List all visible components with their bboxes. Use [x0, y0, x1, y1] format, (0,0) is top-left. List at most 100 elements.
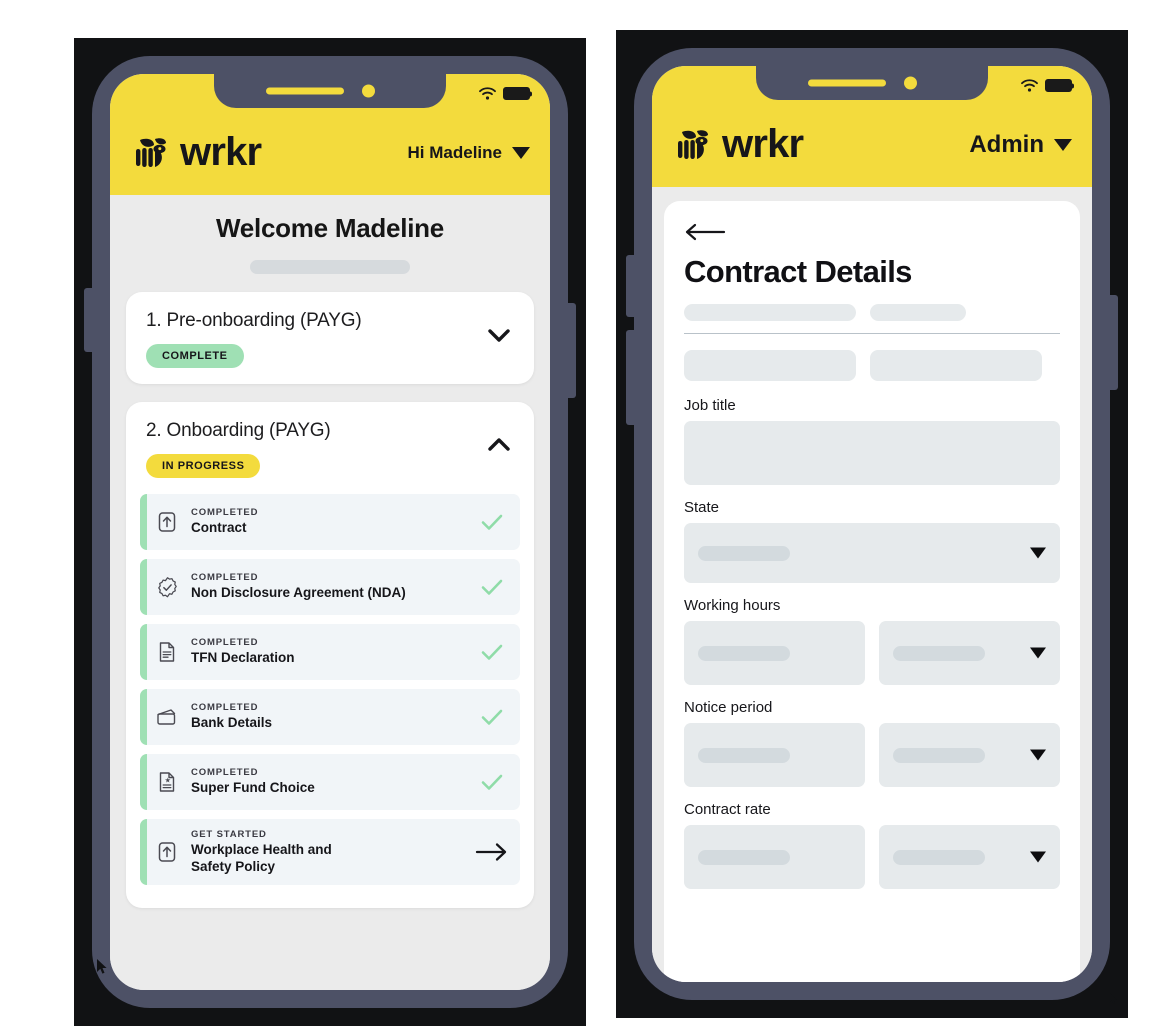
task-accent-bar	[140, 689, 147, 745]
job-title-input[interactable]	[684, 421, 1060, 485]
task-status: COMPLETED	[191, 637, 259, 649]
brand-bar-left: wrkr Hi Madeline	[110, 114, 550, 195]
task-row-nda[interactable]: COMPLETED Non Disclosure Agreement (NDA)	[140, 559, 520, 615]
field-value-skeleton	[893, 849, 985, 865]
task-row-tfn[interactable]: COMPLETED TFN Declaration	[140, 624, 520, 680]
field-group-working-hours: Working hours	[684, 597, 1060, 685]
notice-period-input[interactable]	[684, 723, 865, 787]
field-value-skeleton	[893, 747, 985, 763]
volume-down-button-right[interactable]	[626, 330, 636, 425]
section-card-onboarding[interactable]: 2. Onboarding (PAYG) IN PROGRESS COMPLET…	[126, 402, 534, 908]
task-text: COMPLETED Super Fund Choice	[187, 758, 464, 806]
status-icons-left	[479, 87, 530, 100]
phone-mockup-left: wrkr Hi Madeline Welcome Madeline 1. Pre…	[74, 38, 586, 1026]
task-text: GET STARTED Workplace Health and Safety …	[187, 820, 464, 885]
task-status: COMPLETED	[191, 572, 259, 584]
field-value-skeleton	[698, 747, 790, 763]
status-bar-left	[110, 74, 550, 114]
arrow-right-icon	[464, 841, 520, 863]
app-header-left: wrkr Hi Madeline	[110, 74, 550, 195]
speaker-grill-icon	[266, 87, 344, 94]
caret-down-icon	[1030, 851, 1046, 863]
power-button-left[interactable]	[566, 303, 576, 398]
screenshot-stage: wrkr Hi Madeline Welcome Madeline 1. Pre…	[0, 0, 1167, 1035]
task-row-contract[interactable]: COMPLETED Contract	[140, 494, 520, 550]
wrkr-wordmark: wrkr	[722, 122, 804, 166]
caret-down-icon	[512, 146, 530, 159]
wrkr-logo-right[interactable]: wrkr	[672, 122, 804, 167]
task-accent-bar	[140, 494, 147, 550]
upload-icon	[147, 511, 187, 533]
phone-screen-left: wrkr Hi Madeline Welcome Madeline 1. Pre…	[110, 74, 550, 990]
caret-down-icon	[1030, 547, 1046, 559]
section-header[interactable]: 2. Onboarding (PAYG) IN PROGRESS	[126, 402, 534, 494]
field-value-skeleton	[698, 849, 790, 865]
check-icon	[464, 574, 520, 600]
section-card-pre-onboarding[interactable]: 1. Pre-onboarding (PAYG) COMPLETE	[126, 292, 534, 384]
task-status: COMPLETED	[191, 507, 259, 519]
battery-icon	[1045, 79, 1072, 92]
contract-details-sheet: Contract Details Job title State Working…	[664, 201, 1080, 982]
user-menu-label: Admin	[969, 130, 1044, 158]
power-button-right[interactable]	[1108, 295, 1118, 390]
wrkr-wordmark: wrkr	[180, 130, 262, 174]
starred-document-icon: ★	[147, 771, 187, 793]
status-badge: COMPLETE	[146, 344, 244, 368]
bee-logo-icon	[136, 137, 166, 167]
front-camera-icon	[904, 76, 917, 89]
field-group-job-title: Job title	[684, 397, 1060, 485]
wallet-icon	[147, 706, 187, 728]
skeleton-bar	[684, 304, 856, 321]
divider	[684, 333, 1060, 334]
contract-details-body: Contract Details Job title State Working…	[652, 187, 1092, 982]
badge-check-icon	[147, 576, 187, 599]
volume-buttons-left[interactable]	[84, 288, 94, 352]
mouse-cursor	[1108, 991, 1118, 1010]
user-menu-right[interactable]: Admin	[969, 131, 1072, 159]
field-pair	[684, 621, 1060, 685]
wrkr-logo-left[interactable]: wrkr	[130, 130, 262, 175]
task-list: COMPLETED Contract COMPLETED Non Disclos…	[126, 494, 534, 908]
check-icon	[464, 704, 520, 730]
mouse-cursor	[96, 958, 108, 980]
front-camera-icon	[362, 84, 375, 97]
task-name: Super Fund Choice	[191, 780, 315, 796]
caret-down-icon	[1030, 647, 1046, 659]
status-bar-right	[652, 66, 1092, 106]
status-badge: IN PROGRESS	[146, 454, 261, 478]
chevron-up-icon[interactable]	[486, 432, 512, 458]
skeleton-bar	[870, 350, 1042, 381]
task-name: TFN Declaration	[191, 650, 295, 666]
section-title: 1. Pre-onboarding (PAYG)	[146, 310, 362, 331]
task-row-super-fund[interactable]: ★ COMPLETED Super Fund Choice	[140, 754, 520, 810]
task-status: COMPLETED	[191, 767, 259, 779]
working-hours-input[interactable]	[684, 621, 865, 685]
user-menu-left[interactable]: Hi Madeline	[408, 143, 530, 163]
task-text: COMPLETED TFN Declaration	[187, 628, 464, 676]
volume-buttons-right[interactable]	[626, 255, 636, 317]
field-value-skeleton	[698, 545, 790, 561]
field-group-notice-period: Notice period	[684, 699, 1060, 787]
task-row-bank-details[interactable]: COMPLETED Bank Details	[140, 689, 520, 745]
working-hours-unit-select[interactable]	[879, 621, 1060, 685]
section-header[interactable]: 1. Pre-onboarding (PAYG) COMPLETE	[126, 292, 534, 384]
status-icons-right	[1021, 79, 1072, 92]
contract-rate-input[interactable]	[684, 825, 865, 889]
field-label: Contract rate	[684, 801, 771, 818]
task-row-whs-policy[interactable]: GET STARTED Workplace Health and Safety …	[140, 819, 520, 885]
field-label: Job title	[684, 397, 736, 414]
task-name: Bank Details	[191, 715, 273, 731]
page-title: Welcome Madeline	[216, 213, 444, 243]
back-arrow-icon[interactable]	[684, 221, 1060, 248]
contract-rate-unit-select[interactable]	[879, 825, 1060, 889]
state-select[interactable]	[684, 523, 1060, 583]
field-value-skeleton	[698, 645, 790, 661]
section-title: 2. Onboarding (PAYG)	[146, 420, 331, 441]
task-status: GET STARTED	[191, 828, 267, 840]
task-accent-bar	[140, 624, 147, 680]
skeleton-bar	[684, 350, 856, 381]
task-accent-bar	[140, 819, 147, 885]
check-icon	[464, 639, 520, 665]
notice-period-unit-select[interactable]	[879, 723, 1060, 787]
chevron-down-icon[interactable]	[486, 322, 512, 348]
